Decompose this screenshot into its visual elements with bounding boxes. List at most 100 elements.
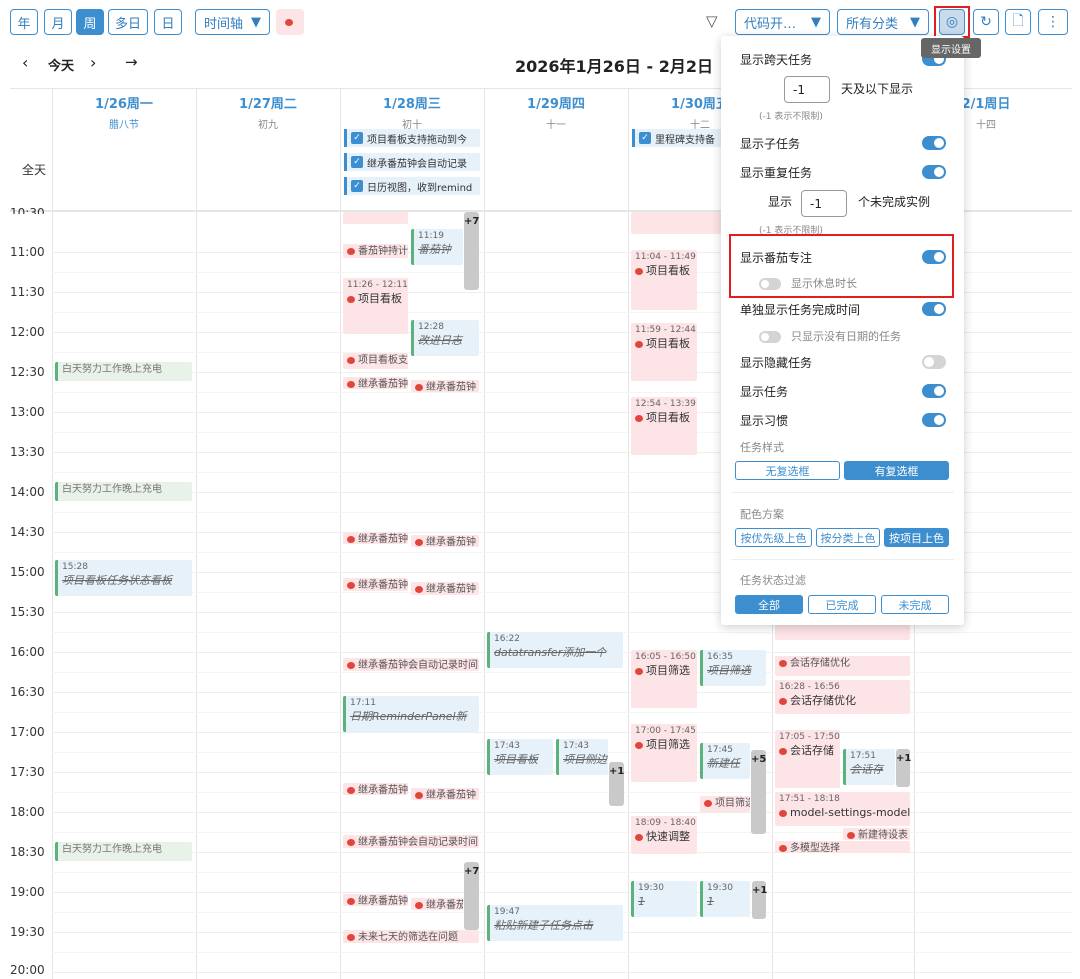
style-no-checkbox-button[interactable]: 无复选框 — [735, 461, 840, 480]
toggle-rest[interactable] — [759, 278, 781, 290]
pomodoro-event[interactable]: 继承番茄钟 — [343, 532, 408, 544]
pomodoro-event[interactable] — [631, 212, 721, 234]
checkbox-checked-icon[interactable]: ✓ — [351, 180, 363, 192]
toggle-habits[interactable] — [922, 413, 946, 427]
more-events-button[interactable]: +5 — [751, 750, 766, 834]
pomodoro-event[interactable]: 继承番茄钟 — [411, 898, 463, 910]
today-button[interactable]: 今天 — [48, 55, 74, 74]
pomodoro-event[interactable]: 继承番茄钟 — [343, 894, 408, 906]
more-events-button[interactable]: +1 — [896, 749, 911, 787]
task-event[interactable]: 17:43 项目侧边 — [556, 739, 608, 775]
pomodoro-event[interactable]: 11:26 - 12:11 项目看板 — [343, 278, 408, 334]
pomodoro-event[interactable]: 16:28 - 16:56 会话存储优化 — [775, 680, 910, 714]
status-all-button[interactable]: 全部 — [735, 595, 803, 614]
task-event[interactable]: 16:22 datatransfer添加一个 — [487, 632, 623, 668]
checkbox-checked-icon[interactable]: ✓ — [351, 156, 363, 168]
task-event[interactable]: 16:35 项目筛选 — [700, 650, 766, 686]
checkbox-checked-icon[interactable]: ✓ — [639, 132, 651, 144]
pomodoro-event[interactable]: 11:59 - 12:44 项目看板 — [631, 323, 697, 381]
pomodoro-event[interactable]: 继承番茄钟 — [343, 377, 408, 389]
pomodoro-event[interactable]: 17:51 - 18:18 model-settings-model-l — [775, 792, 910, 826]
task-event[interactable]: 15:28 项目看板任务状态看板 — [55, 560, 192, 596]
task-event[interactable]: 17:11 日期ReminderPanel新 — [343, 696, 479, 732]
day-header-tue[interactable]: 1/27周二 初九 — [196, 88, 340, 131]
status-done-button[interactable]: 已完成 — [808, 595, 876, 614]
task-event[interactable]: 11:19 番茄钟 — [411, 229, 463, 265]
pomodoro-event[interactable]: 新建待设表 — [843, 828, 910, 840]
next-week-button[interactable]: › — [90, 53, 96, 72]
eye-settings-button[interactable]: ◎ — [939, 9, 965, 35]
habit-event[interactable]: 白天努力工作晚上充电 — [55, 362, 192, 381]
pomodoro-event[interactable]: 项目看板支 — [343, 353, 408, 369]
pomodoro-event[interactable]: 继承番茄钟 — [343, 578, 408, 591]
habit-event[interactable]: 白天努力工作晚上充电 — [55, 482, 192, 501]
arrow-right-icon[interactable]: → — [125, 53, 138, 71]
view-day-button[interactable]: 日 — [154, 9, 182, 35]
pomodoro-event[interactable]: 17:00 - 17:45 项目筛选 — [631, 724, 697, 782]
view-year-button[interactable]: 年 — [10, 9, 38, 35]
pomodoro-event[interactable]: 项目筛选 — [700, 796, 750, 812]
task-event[interactable]: 17:43 项目看板 — [487, 739, 553, 775]
more-events-button[interactable]: +7 — [464, 862, 479, 930]
view-month-button[interactable]: 月 — [44, 9, 72, 35]
pomodoro-event[interactable]: 继承番茄钟 — [411, 380, 479, 392]
status-undone-button[interactable]: 未完成 — [881, 595, 949, 614]
cross-day-input[interactable]: -1 — [784, 76, 830, 103]
view-multiday-button[interactable]: 多日 — [108, 9, 148, 35]
toggle-nodate[interactable] — [759, 331, 781, 343]
pomodoro-event[interactable]: 继承番茄钟会自动记录时间 — [343, 658, 479, 671]
pomodoro-event[interactable]: 11:04 - 11:49 项目看板 — [631, 250, 697, 310]
day-header-mon[interactable]: 1/26周一 腊八节 — [52, 88, 196, 131]
pomodoro-event[interactable] — [343, 212, 408, 224]
day-header-wed[interactable]: 1/28周三 初十 — [340, 88, 484, 131]
color-priority-button[interactable]: 按优先级上色 — [735, 528, 812, 547]
pomodoro-event[interactable]: 继承番茄钟 — [411, 582, 479, 595]
filter-icon[interactable]: ▽ — [706, 12, 718, 30]
task-event[interactable]: 19:30 1 — [700, 881, 750, 917]
pomodoro-event[interactable]: 17:05 - 17:50 会话存储 — [775, 730, 840, 788]
color-category-button[interactable]: 按分类上色 — [816, 528, 880, 547]
document-button[interactable]: 🗋 — [1005, 9, 1031, 35]
task-event[interactable]: 17:45 新建任 — [700, 743, 750, 779]
habit-event[interactable]: 白天努力工作晚上充电 — [55, 842, 192, 861]
task-event[interactable]: 19:30 1 — [631, 881, 697, 917]
toggle-tasks[interactable] — [922, 384, 946, 398]
more-events-button[interactable]: +1 — [609, 762, 624, 806]
allday-event[interactable]: ✓ 日历视图，收到remind — [344, 177, 480, 195]
refresh-button[interactable]: ↻ — [973, 9, 999, 35]
allday-event[interactable]: ✓ 项目看板支持拖动到今 — [344, 129, 480, 147]
pomodoro-event[interactable]: 继承番茄钟会自动记录时间 — [343, 835, 479, 848]
allday-event[interactable]: ✓ 里程碑支持备 — [632, 129, 722, 147]
more-events-button[interactable]: +1 — [752, 881, 767, 919]
toggle-separate[interactable] — [922, 302, 946, 316]
style-checkbox-button[interactable]: 有复选框 — [844, 461, 949, 480]
toggle-repeat[interactable] — [922, 165, 946, 179]
pomodoro-event[interactable]: 继承番茄钟 — [343, 783, 408, 795]
color-project-button[interactable]: 按项目上色 — [884, 528, 949, 547]
view-week-button[interactable]: 周 — [76, 9, 104, 35]
prev-week-button[interactable]: ‹ — [22, 53, 28, 72]
category-filter-dropdown[interactable]: 所有分类 ▼ — [837, 9, 929, 35]
timeline-dropdown[interactable]: 时间轴 ▼ — [195, 9, 270, 35]
pomodoro-event[interactable]: 继承番茄钟 — [411, 788, 479, 800]
pomodoro-event[interactable]: 多模型选择 — [775, 841, 910, 853]
pomodoro-event[interactable]: 番茄钟持计 — [343, 244, 408, 258]
more-events-button[interactable]: +7 — [464, 212, 479, 290]
pomodoro-event[interactable]: 继承番茄钟 — [411, 535, 479, 547]
day-header-thu[interactable]: 1/29周四 十一 — [484, 88, 628, 131]
task-event[interactable]: 17:51 会话存 — [843, 749, 895, 785]
pomodoro-event[interactable]: 16:05 - 16:50 项目筛选 — [631, 650, 697, 708]
pomodoro-event[interactable]: 未来七天的筛选在问题 — [343, 930, 479, 943]
toggle-hidden[interactable] — [922, 355, 946, 369]
pomodoro-event[interactable]: 12:54 - 13:39 项目看板 — [631, 397, 697, 455]
checkbox-checked-icon[interactable]: ✓ — [351, 132, 363, 144]
toggle-pomodoro[interactable] — [922, 250, 946, 264]
pomodoro-toggle-button[interactable] — [276, 9, 304, 35]
project-filter-dropdown[interactable]: 代码开… ▼ — [735, 9, 830, 35]
repeat-count-input[interactable]: -1 — [801, 190, 847, 217]
pomodoro-event[interactable]: 18:09 - 18:40 快速调整 — [631, 816, 697, 854]
task-event[interactable]: 12:28 改进日志 — [411, 320, 479, 356]
toggle-subtask[interactable] — [922, 136, 946, 150]
pomodoro-event[interactable]: 会话存储优化 — [775, 656, 910, 676]
task-event[interactable]: 19:47 粘贴新建子任务点击 — [487, 905, 623, 941]
